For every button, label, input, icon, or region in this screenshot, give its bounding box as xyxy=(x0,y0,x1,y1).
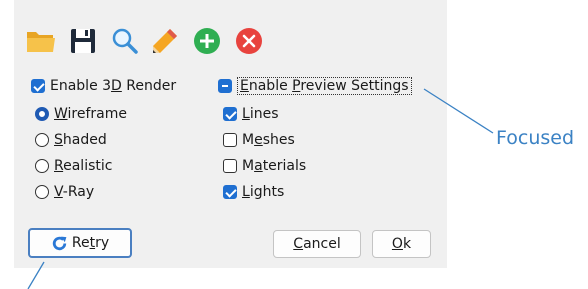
focused-annotation: Focused xyxy=(496,127,575,149)
